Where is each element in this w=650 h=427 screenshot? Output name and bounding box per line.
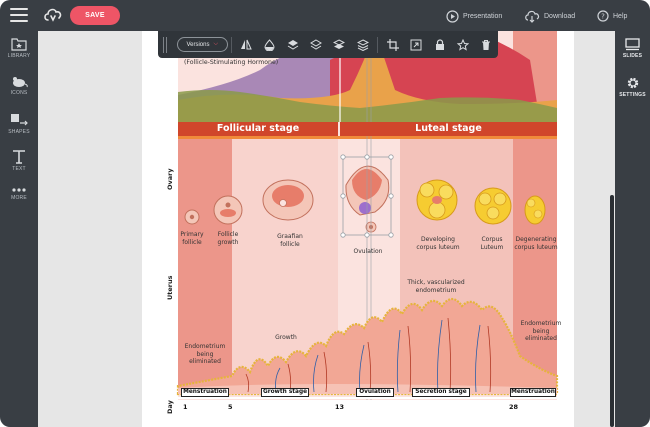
opacity-button[interactable] (258, 31, 281, 58)
day-row-label: Day (166, 400, 174, 414)
app-window: SAVE Presentation Download ? Help LIBRAR… (0, 0, 650, 427)
phase-secretion-stage: Secretion stage (412, 388, 470, 397)
slides-icon (625, 38, 640, 51)
lock-button[interactable] (428, 31, 451, 58)
favorite-button[interactable] (451, 31, 474, 58)
uterus-row-label: Uterus (166, 275, 174, 301)
degenerating-corpus-luteum-label: Degenerating corpus luteum (514, 236, 558, 251)
follicular-stage-band: Follicular stage (178, 122, 338, 136)
star-icon (457, 38, 470, 51)
object-toolbar: Versions ⌵ (158, 31, 498, 58)
bring-front-icon (287, 40, 299, 50)
day-13: 13 (335, 403, 345, 411)
hormone-label: (Follicle-Stimulating Hormone) (184, 59, 279, 66)
delete-button[interactable] (475, 31, 498, 58)
ovary-row-label: Ovary (166, 168, 174, 190)
growth-label: Growth (275, 334, 297, 341)
ovulation-label: Ovulation (353, 248, 383, 255)
right-sidebar: SLIDES SETTINGS (615, 31, 650, 427)
primary-follicle (184, 209, 200, 225)
send-backward-icon (333, 38, 346, 49)
day-1: 1 (183, 403, 188, 411)
versions-label: Versions (186, 41, 210, 48)
versions-dropdown[interactable]: Versions ⌵ (176, 37, 228, 52)
gear-icon (627, 77, 638, 89)
bring-forward-icon (310, 39, 323, 50)
primary-follicle-label: Primary follicle (180, 231, 204, 246)
vertical-scrollbar[interactable] (610, 195, 614, 427)
settings-panel-button[interactable]: SETTINGS (615, 76, 650, 98)
phase-menstruation-right: Menstruation (510, 388, 556, 397)
crop-icon (387, 38, 400, 51)
toolbar-divider (377, 36, 379, 53)
toolbar-divider (230, 36, 232, 53)
chevron-down-icon: ⌵ (213, 41, 219, 47)
developing-corpus-luteum-label: Developing corpus luteum (416, 236, 460, 251)
flip-button[interactable] (234, 31, 257, 58)
phase-growth-stage: Growth stage (261, 388, 309, 397)
day-5: 5 (228, 403, 233, 411)
send-back-icon (356, 38, 369, 51)
slides-panel-button[interactable]: SLIDES (615, 38, 650, 59)
send-to-back-button[interactable] (351, 31, 374, 58)
phase-ovulation: Ovulation (356, 388, 394, 397)
graafian-follicle (262, 179, 314, 221)
endometrium-eliminated-right-label: Endometrium being eliminated (520, 320, 562, 342)
opacity-icon (264, 38, 275, 51)
developing-corpus-luteum (416, 179, 458, 221)
luteal-stage-band: Luteal stage (340, 122, 557, 136)
follicle-growth (213, 195, 243, 225)
bring-forward-button[interactable] (304, 31, 327, 58)
degenerating-corpus-luteum (524, 195, 546, 225)
toolbar-drag-handle[interactable] (163, 36, 167, 53)
trash-icon (482, 39, 491, 50)
follicle-growth-label: Follicle growth (217, 231, 239, 246)
corpus-luteum (474, 187, 512, 225)
fullscreen-button[interactable] (405, 31, 428, 58)
thick-endometrium-label: Thick, vascularized endometrium (407, 279, 465, 294)
bring-to-front-button[interactable] (281, 31, 304, 58)
phase-menstruation-left: Menstruation (181, 388, 229, 397)
fullscreen-icon (410, 39, 422, 50)
graafian-follicle-label: Graafian follicle (277, 233, 303, 248)
send-backward-button[interactable] (328, 31, 351, 58)
crop-button[interactable] (381, 31, 404, 58)
day-28: 28 (509, 403, 519, 411)
lock-icon (435, 38, 444, 50)
endometrium-eliminated-left-label: Endometrium being eliminated (184, 343, 226, 365)
stage-underline (178, 136, 557, 139)
flip-icon (241, 39, 252, 50)
menstrual-cycle-diagram[interactable] (0, 0, 650, 427)
timeline (178, 397, 557, 399)
